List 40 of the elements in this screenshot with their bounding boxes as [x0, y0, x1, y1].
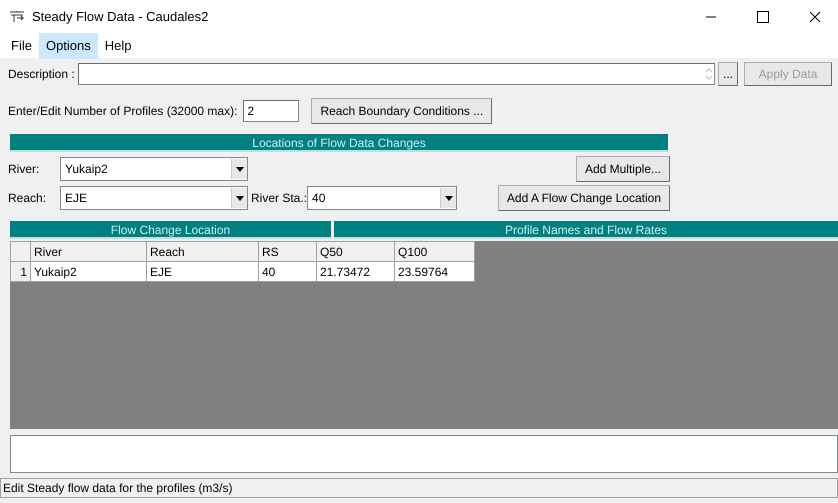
column-header: Q50 [316, 242, 394, 262]
profiles-field[interactable]: 2 [243, 100, 300, 122]
browse-button[interactable]: ... [718, 62, 738, 86]
row-number: 1 [10, 262, 30, 282]
table-cell[interactable]: 40 [258, 262, 316, 282]
column-header: River [30, 242, 146, 262]
add-flow-change-location-button[interactable]: Add A Flow Change Location [498, 185, 670, 211]
profiles-label: Enter/Edit Number of Profiles (32000 max): [8, 103, 238, 120]
menu-item[interactable]: Help [98, 33, 139, 59]
river-dropdown[interactable]: Yukaip2 [60, 157, 248, 181]
caret-icon [236, 166, 244, 172]
column-header: Q100 [394, 242, 474, 262]
table-cell[interactable]: 23.59764 [394, 262, 474, 282]
add-multiple-button[interactable]: Add Multiple... [576, 156, 670, 182]
close-icon [809, 11, 821, 23]
reach-label: Reach: [8, 190, 48, 207]
river-label: River: [8, 161, 40, 178]
menu-item[interactable]: File [4, 33, 39, 59]
river-station-dropdown[interactable]: 40 [307, 186, 458, 210]
column-header: RS [258, 242, 316, 262]
river-station-label: River Sta.: [251, 190, 308, 207]
group-header: Flow Change Location [10, 221, 331, 239]
description-label: Description : [8, 66, 75, 83]
boundary-conditions-button[interactable]: Reach Boundary Conditions ... [311, 98, 492, 124]
status-bar: Edit Steady flow data for the profiles (m3/s) [0, 478, 838, 498]
group-header: Profile Names and Flow Rates [334, 221, 838, 239]
caret-icon [444, 196, 453, 200]
table-cell[interactable]: Yukaip2 [30, 262, 146, 282]
reach-dropdown[interactable]: EJE [60, 186, 248, 210]
table-cell[interactable]: 21.73472 [316, 262, 394, 282]
column-header: Reach [146, 242, 258, 262]
caret-icon [236, 196, 244, 200]
table-cell[interactable]: EJE [146, 262, 258, 282]
description-field[interactable] [78, 63, 715, 85]
maximize-icon [757, 11, 769, 23]
section-header: Locations of Flow Data Changes [10, 134, 668, 152]
window-title: Steady Flow Data - Caudales2 [32, 8, 208, 26]
app-icon [8, 10, 26, 24]
menu-item[interactable]: Options [38, 33, 98, 59]
spin-icon[interactable] [704, 66, 714, 82]
